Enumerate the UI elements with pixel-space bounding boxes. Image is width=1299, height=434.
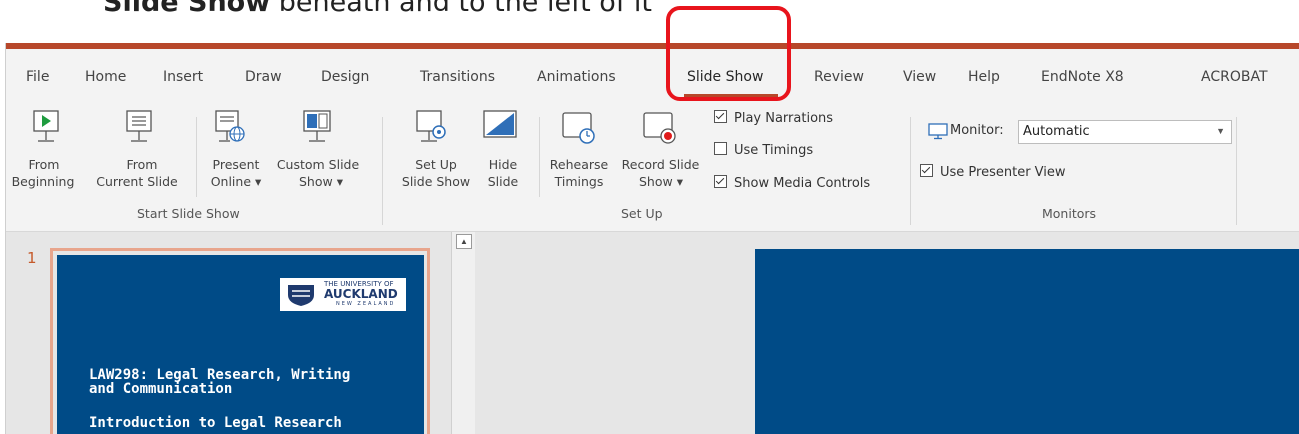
from-current-slide-icon [126, 110, 152, 142]
thumbnail-title: LAW298: Legal Research, Writing and Comm… [89, 367, 351, 397]
group-separator [910, 117, 911, 225]
hide-slide-label-1: Hide [488, 157, 518, 172]
group-label-monitors: Monitors [1042, 206, 1097, 221]
logo-text-main: AUCKLAND [324, 287, 398, 301]
from-beginning-label-1: From [28, 157, 60, 172]
tab-review[interactable]: Review [814, 69, 864, 85]
checkbox-checked-icon [920, 164, 933, 177]
group-label-set-up: Set Up [621, 206, 663, 221]
caption-text: Slide Show beneath and to the left of it [103, 0, 653, 18]
logo-text-bottom: NEW ZEALAND [336, 301, 396, 307]
slide-number: 1 [27, 249, 37, 267]
from-beginning-icon [33, 110, 59, 142]
scroll-up-arrow-icon[interactable]: ▲ [456, 234, 472, 249]
use-timings-checkbox[interactable]: Use Timings [714, 142, 813, 158]
checkbox-checked-icon [714, 175, 727, 188]
crest-icon [288, 285, 314, 306]
rehearse-timings-icon [562, 112, 595, 144]
tab-design[interactable]: Design [321, 69, 369, 85]
from-current-label-2: Current Slide [96, 174, 178, 189]
tab-file[interactable]: File [26, 69, 49, 85]
from-current-label-1: From [126, 157, 158, 172]
from-beginning-label-2: Beginning [11, 174, 75, 189]
custom-slide-show-icon [303, 110, 331, 142]
tab-view[interactable]: View [903, 69, 936, 85]
highlight-annotation [666, 6, 791, 101]
present-online-label-2: Online ▾ [210, 174, 262, 189]
thumbnails-scrollbar[interactable]: ▲ [451, 232, 476, 434]
present-online-icon [215, 110, 245, 142]
monitor-dropdown[interactable]: Automatic ▼ [1018, 120, 1232, 144]
group-label-start-slide-show: Start Slide Show [137, 206, 240, 221]
separator [196, 117, 197, 197]
university-logo: THE UNIVERSITY OF AUCKLAND NEW ZEALAND [280, 278, 406, 311]
tab-draw[interactable]: Draw [245, 69, 282, 85]
tab-endnote[interactable]: EndNote X8 [1041, 69, 1124, 85]
separator [539, 117, 540, 197]
tab-animations[interactable]: Animations [537, 69, 616, 85]
tab-home[interactable]: Home [85, 69, 126, 85]
record-label-2: Show ▾ [639, 174, 683, 189]
play-narrations-checkbox[interactable]: Play Narrations [714, 110, 833, 126]
slide-thumbnail[interactable]: THE UNIVERSITY OF AUCKLAND NEW ZEALAND L… [57, 255, 424, 434]
tab-insert[interactable]: Insert [163, 69, 203, 85]
custom-show-label-2: Show ▾ [299, 174, 343, 189]
powerpoint-window: File Home Insert Draw Design Transitions… [5, 43, 1299, 434]
rehearse-label-1: Rehearse [549, 157, 609, 172]
main-slide-canvas[interactable] [755, 249, 1299, 434]
custom-show-label-1: Custom Slide [276, 157, 360, 172]
set-up-slide-show-icon [416, 110, 446, 142]
use-presenter-view-checkbox[interactable]: Use Presenter View [920, 164, 1066, 180]
checkbox-checked-icon [714, 110, 727, 123]
record-icon [643, 112, 676, 144]
show-media-controls-checkbox[interactable]: Show Media Controls [714, 175, 870, 191]
hide-slide-label-2: Slide [487, 174, 519, 189]
setup-label-1: Set Up [415, 157, 457, 172]
group-separator [382, 117, 383, 225]
record-label-1: Record Slide [621, 157, 700, 172]
title-bar-strip [6, 43, 1299, 49]
thumbnail-subtitle: Introduction to Legal Research [89, 415, 342, 431]
checkbox-unchecked-icon [714, 142, 727, 155]
monitor-dropdown-value: Automatic [1023, 124, 1090, 139]
present-online-label-1: Present [212, 157, 260, 172]
tab-acrobat[interactable]: ACROBAT [1201, 69, 1268, 85]
setup-label-2: Slide Show [401, 174, 471, 189]
monitor-icon [928, 123, 948, 140]
hide-slide-icon [483, 110, 517, 138]
monitor-label: Monitor: [950, 123, 1004, 138]
rehearse-label-2: Timings [554, 174, 604, 189]
tab-transitions[interactable]: Transitions [420, 69, 495, 85]
group-separator [1236, 117, 1237, 225]
tab-help[interactable]: Help [968, 69, 1000, 85]
chevron-down-icon: ▼ [1216, 126, 1225, 136]
